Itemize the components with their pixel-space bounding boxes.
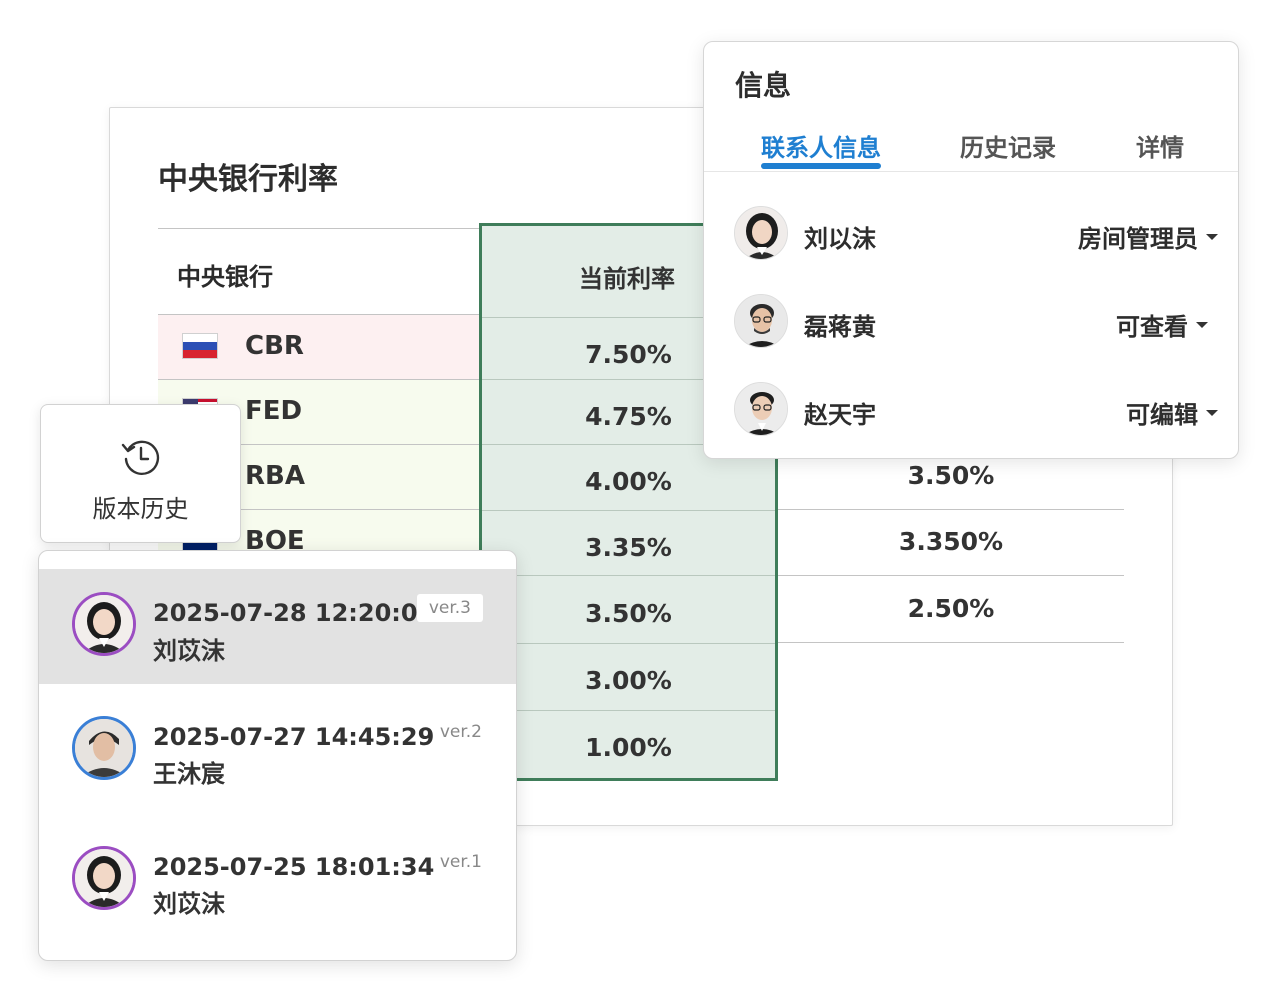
avatar bbox=[734, 382, 788, 436]
history-icon bbox=[121, 440, 160, 475]
avatar bbox=[72, 716, 136, 780]
current-rate: 3.35% bbox=[585, 533, 672, 562]
version-badge: ver.1 bbox=[439, 852, 482, 872]
table-cell[interactable]: 2.50% bbox=[778, 576, 1124, 643]
header-label: 中央银行 bbox=[177, 263, 273, 291]
table-header-bank: 中央银行 bbox=[158, 228, 481, 315]
bank-name: CBR bbox=[245, 331, 304, 361]
current-rate: 3.50% bbox=[585, 599, 672, 628]
contact-name: 磊蒋黄 bbox=[804, 313, 876, 341]
contact-row[interactable]: 赵天宇 可编辑 bbox=[734, 382, 1218, 438]
role-label: 房间管理员 bbox=[1078, 225, 1198, 253]
version-timestamp: 2025-07-28 12:20:01 bbox=[153, 599, 435, 627]
avatar bbox=[734, 294, 788, 348]
chevron-down-icon bbox=[1206, 410, 1218, 416]
version-timestamp: 2025-07-27 14:45:29 bbox=[153, 723, 435, 751]
version-item[interactable]: 2025-07-25 18:01:34 刘苡沫 ver.1 bbox=[39, 829, 516, 944]
version-author: 王沐宸 bbox=[153, 760, 225, 788]
previous-rate: 3.350% bbox=[898, 527, 1004, 556]
version-badge: ver.2 bbox=[439, 722, 482, 742]
tab-details[interactable]: 详情 bbox=[1136, 128, 1184, 163]
role-dropdown[interactable]: 可查看 bbox=[1116, 307, 1208, 342]
table-cell[interactable]: 3.00% bbox=[482, 644, 775, 711]
contact-row[interactable]: 磊蒋黄 可查看 bbox=[734, 294, 1214, 350]
version-badge: ver.3 bbox=[416, 594, 483, 622]
avatar bbox=[72, 846, 136, 910]
role-label: 可查看 bbox=[1116, 313, 1188, 341]
table-row[interactable]: CBR bbox=[158, 315, 481, 380]
previous-rate: 2.50% bbox=[907, 594, 995, 623]
divider bbox=[704, 171, 1238, 172]
role-dropdown[interactable]: 房间管理员 bbox=[1078, 219, 1218, 254]
role-dropdown[interactable]: 可编辑 bbox=[1126, 395, 1218, 430]
table-cell[interactable]: 3.50% bbox=[482, 576, 775, 644]
current-rate: 4.00% bbox=[585, 467, 672, 496]
version-timestamp: 2025-07-25 18:01:34 bbox=[153, 853, 435, 881]
version-history-label: 版本历史 bbox=[92, 495, 189, 523]
panel-title: 信息 bbox=[735, 69, 792, 102]
page-title: 中央银行利率 bbox=[158, 162, 338, 197]
avatar bbox=[734, 206, 788, 260]
chevron-down-icon bbox=[1206, 234, 1218, 240]
bank-name: FED bbox=[245, 396, 303, 426]
flag-russia-icon bbox=[182, 333, 218, 359]
version-history-button[interactable]: 版本历史 bbox=[40, 404, 241, 543]
chevron-down-icon bbox=[1196, 322, 1208, 328]
avatar bbox=[72, 592, 136, 656]
version-author: 刘苡沫 bbox=[153, 890, 225, 918]
active-tab-indicator bbox=[761, 163, 881, 169]
table-cell[interactable]: 1.00% bbox=[482, 711, 775, 778]
table-cell[interactable]: 3.35% bbox=[482, 511, 775, 576]
previous-rate: 3.50% bbox=[907, 461, 995, 490]
bank-name: RBA bbox=[245, 461, 305, 491]
role-label: 可编辑 bbox=[1126, 401, 1198, 429]
contact-name: 刘以沫 bbox=[804, 225, 876, 253]
contact-name: 赵天宇 bbox=[804, 401, 876, 429]
version-author: 刘苡沫 bbox=[153, 637, 225, 665]
contact-row[interactable]: 刘以沫 房间管理员 bbox=[734, 206, 1218, 262]
tab-contacts[interactable]: 联系人信息 bbox=[761, 128, 881, 163]
tab-history[interactable]: 历史记录 bbox=[960, 128, 1056, 163]
header-label: 当前利率 bbox=[579, 265, 675, 293]
version-item[interactable]: 2025-07-28 12:20:01 刘苡沫 ver.3 bbox=[39, 569, 516, 684]
current-rate: 3.00% bbox=[585, 666, 672, 695]
info-panel: 信息 联系人信息 历史记录 详情 刘以沫 房间管理员 磊蒋黄 可查看 赵天宇 可… bbox=[703, 41, 1239, 459]
version-list: 2025-07-28 12:20:01 刘苡沫 ver.3 2025-07-27… bbox=[38, 550, 517, 961]
current-rate: 1.00% bbox=[585, 733, 672, 762]
version-item[interactable]: 2025-07-27 14:45:29 王沐宸 ver.2 bbox=[39, 699, 516, 814]
table-cell[interactable]: 3.350% bbox=[778, 510, 1124, 576]
